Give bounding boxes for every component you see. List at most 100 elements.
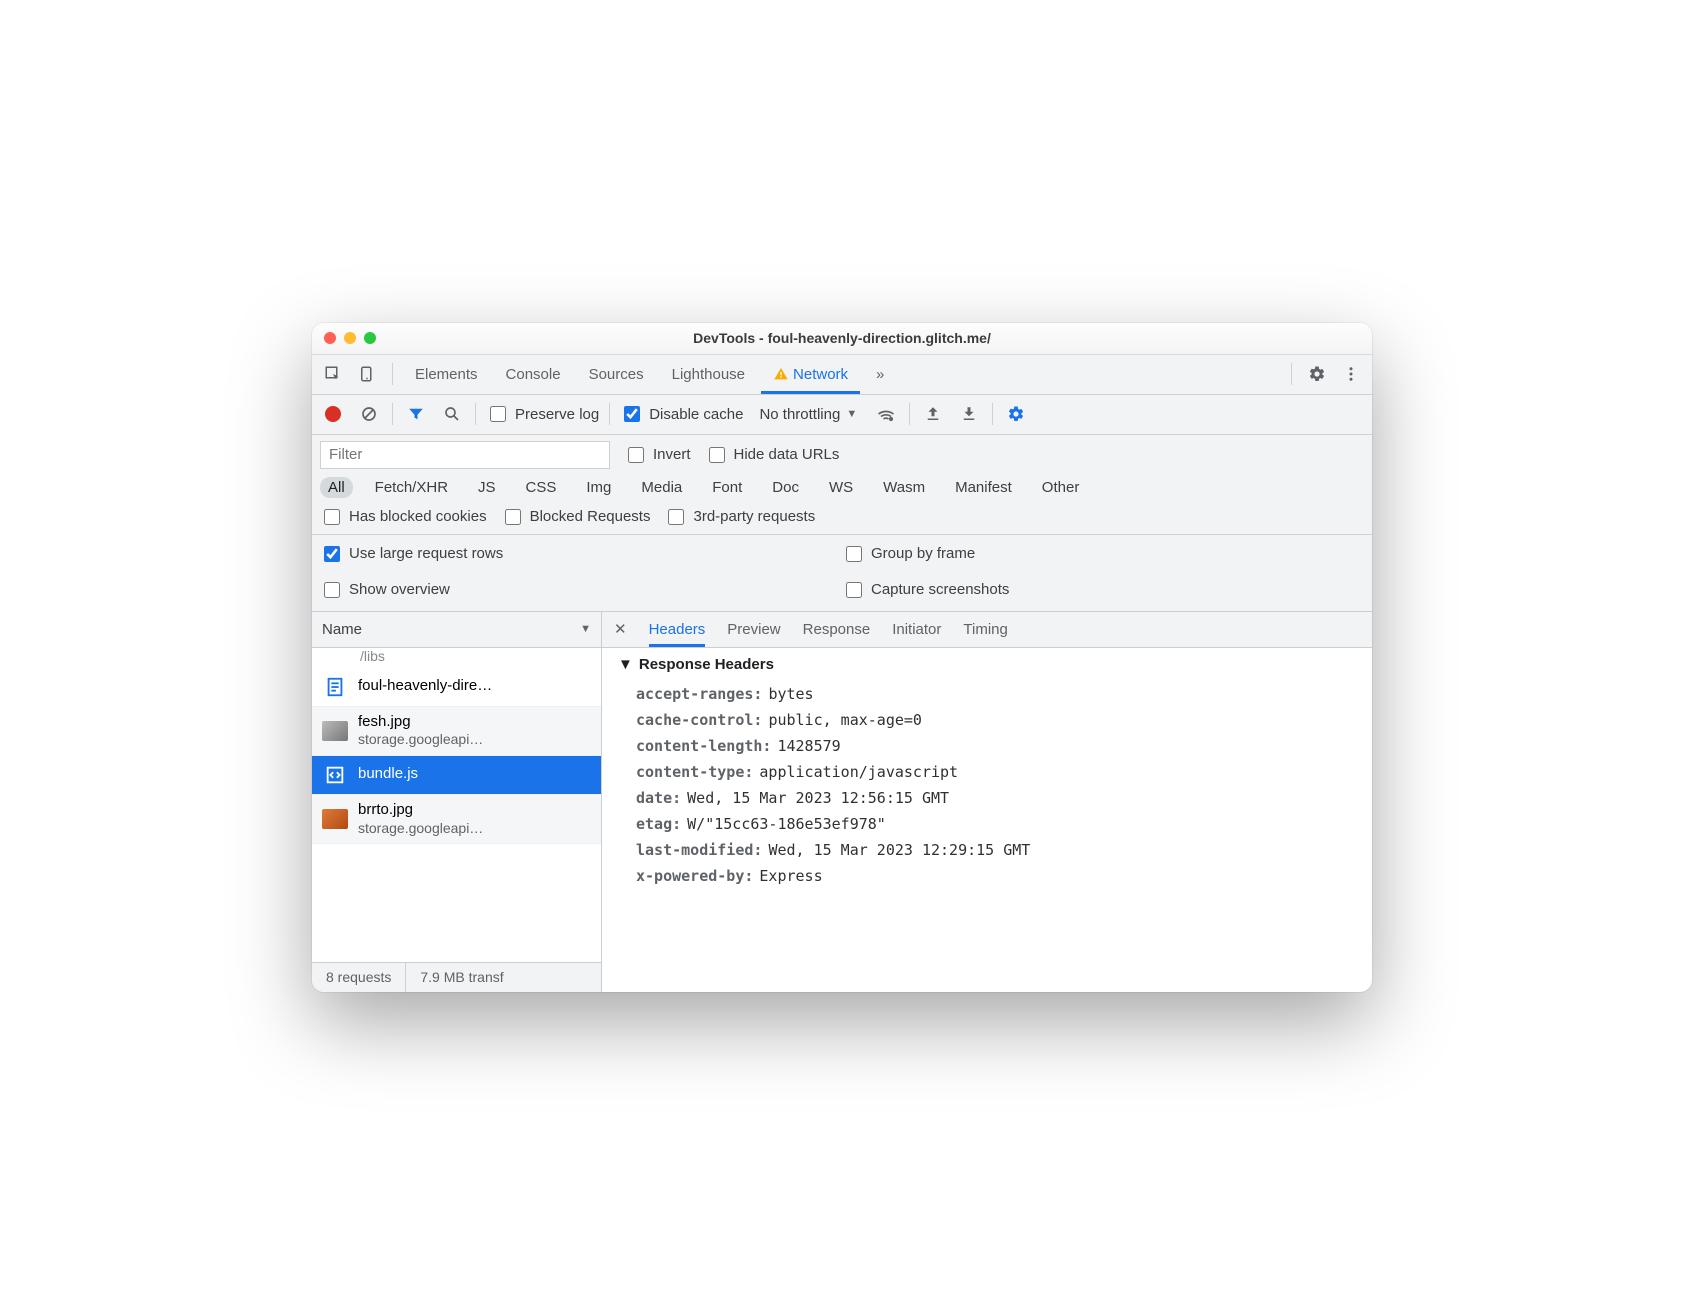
chevron-down-icon: ▼ xyxy=(580,623,591,635)
hide-data-urls-label: Hide data URLs xyxy=(734,446,840,463)
search-icon[interactable] xyxy=(439,401,465,427)
filter-type-img[interactable]: Img xyxy=(578,477,619,498)
third-party-requests-checkbox[interactable]: 3rd-party requests xyxy=(664,506,815,528)
show-overview-label: Show overview xyxy=(349,581,450,598)
disclosure-triangle-icon: ▼ xyxy=(618,656,633,673)
filter-type-media[interactable]: Media xyxy=(633,477,690,498)
request-list-header[interactable]: Name ▼ xyxy=(312,612,601,648)
detail-tab-initiator[interactable]: Initiator xyxy=(892,612,941,647)
detail-tab-timing[interactable]: Timing xyxy=(963,612,1007,647)
invert-checkbox[interactable]: Invert xyxy=(624,444,691,466)
invert-label: Invert xyxy=(653,446,691,463)
detail-tab-preview[interactable]: Preview xyxy=(727,612,780,647)
header-row: cache-control:public, max-age=0 xyxy=(618,707,1356,733)
request-name: fesh.jpg xyxy=(358,713,483,732)
network-conditions-icon[interactable] xyxy=(873,401,899,427)
upload-har-icon[interactable] xyxy=(920,401,946,427)
request-rows: /libs foul-heavenly-dire… fesh.jpg stora… xyxy=(312,648,601,962)
network-settings: Use large request rows Group by frame Sh… xyxy=(312,535,1372,612)
filter-type-fetchxhr[interactable]: Fetch/XHR xyxy=(367,477,456,498)
content-area: Name ▼ /libs foul-heavenly-dire… fesh.jp… xyxy=(312,612,1372,992)
warning-icon xyxy=(773,366,789,382)
zoom-window-icon[interactable] xyxy=(364,332,376,344)
request-list: Name ▼ /libs foul-heavenly-dire… fesh.jp… xyxy=(312,612,602,992)
download-har-icon[interactable] xyxy=(956,401,982,427)
filter-type-doc[interactable]: Doc xyxy=(764,477,807,498)
tab-more[interactable]: » xyxy=(864,355,896,394)
request-row-script-selected[interactable]: bundle.js xyxy=(312,756,601,795)
request-detail: ✕ Headers Preview Response Initiator Tim… xyxy=(602,612,1372,992)
document-icon xyxy=(322,674,348,700)
group-by-frame-label: Group by frame xyxy=(871,545,975,562)
response-headers-section[interactable]: ▼ Response Headers xyxy=(618,656,1356,673)
name-column-label: Name xyxy=(322,621,362,638)
request-row-image[interactable]: brrto.jpg storage.googleapi… xyxy=(312,795,601,844)
preserve-log-label: Preserve log xyxy=(515,406,599,423)
main-tab-strip: Elements Console Sources Lighthouse Netw… xyxy=(312,355,1372,395)
header-value: W/"15cc63-186e53ef978" xyxy=(687,815,886,833)
header-value: public, max-age=0 xyxy=(768,711,922,729)
filter-type-wasm[interactable]: Wasm xyxy=(875,477,933,498)
header-key: last-modified: xyxy=(636,841,762,859)
group-by-frame-checkbox[interactable]: Group by frame xyxy=(842,543,1364,565)
tab-lighthouse[interactable]: Lighthouse xyxy=(660,355,757,394)
header-key: date: xyxy=(636,789,681,807)
filter-type-other[interactable]: Other xyxy=(1034,477,1088,498)
partial-row: /libs xyxy=(312,648,601,668)
header-value: Express xyxy=(759,867,822,885)
show-overview-checkbox[interactable]: Show overview xyxy=(320,579,842,601)
request-row-document[interactable]: foul-heavenly-dire… xyxy=(312,668,601,707)
header-row: content-type:application/javascript xyxy=(618,759,1356,785)
header-row: content-length:1428579 xyxy=(618,733,1356,759)
filter-type-manifest[interactable]: Manifest xyxy=(947,477,1020,498)
request-domain: storage.googleapi… xyxy=(358,820,483,838)
hide-data-urls-checkbox[interactable]: Hide data URLs xyxy=(705,444,840,466)
section-title: Response Headers xyxy=(639,656,774,673)
gear-icon[interactable] xyxy=(1302,359,1332,389)
detail-tab-strip: ✕ Headers Preview Response Initiator Tim… xyxy=(602,612,1372,648)
third-party-label: 3rd-party requests xyxy=(693,508,815,525)
minimize-window-icon[interactable] xyxy=(344,332,356,344)
tab-console[interactable]: Console xyxy=(494,355,573,394)
separator xyxy=(392,403,393,425)
device-toolbar-icon[interactable] xyxy=(352,359,382,389)
disable-cache-label: Disable cache xyxy=(649,406,743,423)
has-blocked-cookies-checkbox[interactable]: Has blocked cookies xyxy=(320,506,487,528)
filter-type-all[interactable]: All xyxy=(320,477,353,498)
detail-tab-response[interactable]: Response xyxy=(803,612,871,647)
image-thumbnail-icon xyxy=(322,806,348,832)
filter-input[interactable] xyxy=(320,441,610,469)
tab-sources[interactable]: Sources xyxy=(577,355,656,394)
throttling-select[interactable]: No throttling ▼ xyxy=(753,406,863,423)
tab-network[interactable]: Network xyxy=(761,355,860,394)
filter-icon[interactable] xyxy=(403,401,429,427)
network-settings-gear-icon[interactable] xyxy=(1003,401,1029,427)
blocked-requests-checkbox[interactable]: Blocked Requests xyxy=(501,506,651,528)
large-rows-checkbox[interactable]: Use large request rows xyxy=(320,543,842,565)
header-row: date:Wed, 15 Mar 2023 12:56:15 GMT xyxy=(618,785,1356,811)
preserve-log-checkbox[interactable]: Preserve log xyxy=(486,403,599,425)
close-detail-icon[interactable]: ✕ xyxy=(614,620,627,638)
disable-cache-checkbox[interactable]: Disable cache xyxy=(620,403,743,425)
script-icon xyxy=(322,762,348,788)
record-button[interactable] xyxy=(320,401,346,427)
request-name: brrto.jpg xyxy=(358,801,483,820)
filter-type-css[interactable]: CSS xyxy=(518,477,565,498)
kebab-menu-icon[interactable] xyxy=(1336,359,1366,389)
close-window-icon[interactable] xyxy=(324,332,336,344)
capture-screenshots-checkbox[interactable]: Capture screenshots xyxy=(842,579,1364,601)
request-row-image[interactable]: fesh.jpg storage.googleapi… xyxy=(312,707,601,756)
header-key: content-type: xyxy=(636,763,753,781)
inspect-element-icon[interactable] xyxy=(318,359,348,389)
tab-elements[interactable]: Elements xyxy=(403,355,490,394)
filter-type-ws[interactable]: WS xyxy=(821,477,861,498)
request-name: bundle.js xyxy=(358,765,418,784)
filter-type-font[interactable]: Font xyxy=(704,477,750,498)
clear-icon[interactable] xyxy=(356,401,382,427)
filter-type-js[interactable]: JS xyxy=(470,477,504,498)
chevron-down-icon: ▼ xyxy=(846,408,857,420)
status-bar: 8 requests 7.9 MB transf xyxy=(312,962,601,992)
detail-body: ▼ Response Headers accept-ranges:bytes c… xyxy=(602,648,1372,992)
header-key: x-powered-by: xyxy=(636,867,753,885)
detail-tab-headers[interactable]: Headers xyxy=(649,612,706,647)
